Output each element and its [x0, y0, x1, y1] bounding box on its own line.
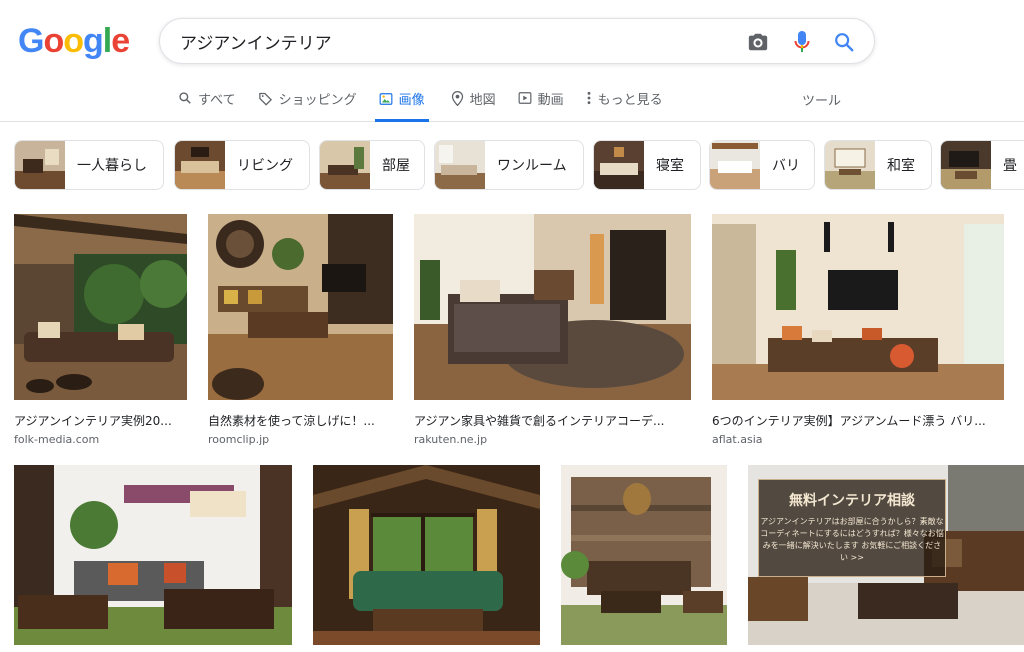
map-pin-icon: [451, 90, 463, 106]
tab-label: 動画: [537, 92, 564, 108]
google-logo[interactable]: Google: [18, 22, 130, 61]
result-thumbnail[interactable]: [712, 214, 1004, 400]
image-result[interactable]: [561, 465, 727, 649]
image-result[interactable]: アジアン家具や雑貨で創るインテリアコーデ... rakuten.ne.jp: [414, 214, 691, 446]
chip-label: 部屋: [382, 158, 410, 174]
result-source[interactable]: aflat.asia: [712, 433, 1004, 446]
tab-label: 地図: [469, 92, 496, 108]
tab-shopping[interactable]: ショッピング: [258, 78, 357, 118]
chip-label: 和室: [887, 158, 915, 174]
search-input[interactable]: [180, 19, 740, 63]
chip-one-room[interactable]: ワンルーム: [434, 140, 584, 190]
more-vert-icon: [587, 91, 591, 105]
chip-tatami[interactable]: 畳: [940, 140, 1024, 190]
logo-letter: e: [111, 22, 130, 60]
tab-videos[interactable]: 動画: [518, 78, 564, 118]
search-icon[interactable]: [832, 30, 856, 54]
logo-letter: g: [83, 22, 104, 60]
banner-body: アジアンインテリアはお部屋に合うかしら？素敵なコーディネートにするにはどうすれば…: [760, 517, 944, 562]
result-source[interactable]: folk-media.com: [14, 433, 187, 446]
chip-label: 一人暮らし: [77, 158, 147, 174]
tag-icon: [258, 92, 272, 106]
chip-bali[interactable]: バリ: [709, 140, 815, 190]
image-result[interactable]: 無料インテリア相談 アジアンインテリアはお部屋に合うかしら？素敵なコーディネート…: [748, 465, 1024, 649]
chip-thumbnail: [710, 141, 760, 189]
search-box[interactable]: [159, 18, 875, 64]
header: Google すべて ショッピング 画像 地図: [0, 0, 1024, 122]
chip-bedroom[interactable]: 寝室: [593, 140, 701, 190]
image-result[interactable]: 自然素材を使って涼しげに！... roomclip.jp: [208, 214, 393, 446]
tab-more[interactable]: もっと見る: [586, 78, 663, 118]
tab-all[interactable]: すべて: [178, 78, 236, 118]
chip-label: 寝室: [656, 158, 684, 174]
logo-letter: G: [18, 22, 44, 60]
chip-thumbnail: [594, 141, 644, 189]
result-title[interactable]: アジアン家具や雑貨で創るインテリアコーデ...: [414, 412, 691, 429]
mic-icon[interactable]: [790, 30, 814, 54]
image-result[interactable]: 6つのインテリア実例】アジアンムード漂う バリ... aflat.asia: [712, 214, 1004, 446]
logo-letter: o: [43, 22, 64, 60]
tab-label: すべて: [198, 92, 236, 108]
logo-letter: o: [63, 22, 84, 60]
chip-thumbnail: [825, 141, 875, 189]
result-source[interactable]: rakuten.ne.jp: [414, 433, 691, 446]
result-title[interactable]: アジアンインテリア実例20...: [14, 412, 187, 429]
search-icon: [179, 92, 191, 104]
result-thumbnail[interactable]: [14, 465, 292, 645]
chip-thumbnail: [435, 141, 485, 189]
chip-thumbnail: [15, 141, 65, 189]
tab-label: ショッピング: [278, 92, 357, 108]
tab-label: もっと見る: [597, 92, 663, 108]
tab-label: 画像: [398, 93, 425, 108]
chip-thumbnail: [941, 141, 991, 189]
chip-label: リビング: [237, 158, 293, 174]
tab-images[interactable]: 画像: [374, 78, 429, 122]
result-thumbnail[interactable]: [14, 214, 188, 400]
search-tabs: すべて ショッピング 画像 地図 動画 もっと見る: [178, 78, 685, 122]
result-thumbnail[interactable]: [313, 465, 540, 645]
chip-thumbnail: [175, 141, 225, 189]
chip-thumbnail: [320, 141, 370, 189]
result-title[interactable]: 6つのインテリア実例】アジアンムード漂う バリ...: [712, 412, 1004, 429]
chip-room[interactable]: 部屋: [319, 140, 425, 190]
related-chips: 一人暮らし リビング 部屋 ワンルーム 寝室 バリ 和室 畳: [14, 140, 1024, 190]
result-title[interactable]: 自然素材を使って涼しげに！...: [208, 412, 393, 429]
chip-label: バリ: [772, 158, 800, 174]
result-thumbnail[interactable]: [414, 214, 691, 400]
banner-title: 無料インテリア相談: [789, 493, 915, 509]
chip-japanese-room[interactable]: 和室: [824, 140, 932, 190]
chip-label: ワンルーム: [497, 158, 567, 174]
chip-living-room[interactable]: リビング: [174, 140, 310, 190]
tab-maps[interactable]: 地図: [451, 78, 496, 118]
image-icon: [379, 92, 393, 105]
logo-letter: l: [102, 22, 113, 60]
image-result[interactable]: アジアンインテリア実例20... folk-media.com: [14, 214, 188, 446]
chip-single-living[interactable]: 一人暮らし: [14, 140, 164, 190]
result-source[interactable]: roomclip.jp: [208, 433, 393, 446]
image-result[interactable]: [313, 465, 540, 649]
camera-icon[interactable]: [746, 30, 770, 54]
tools-button[interactable]: ツール: [802, 90, 841, 109]
chip-label: 畳: [1003, 158, 1017, 174]
consultation-banner: 無料インテリア相談 アジアンインテリアはお部屋に合うかしら？素敵なコーディネート…: [758, 479, 946, 577]
play-icon: [518, 92, 532, 104]
result-thumbnail[interactable]: [561, 465, 727, 645]
image-result[interactable]: [14, 465, 292, 649]
result-thumbnail[interactable]: [208, 214, 393, 400]
